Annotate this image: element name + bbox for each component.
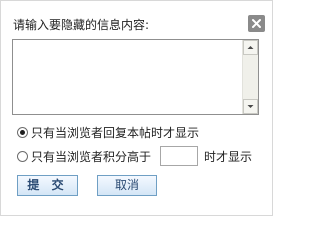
submit-button[interactable]: 提 交 <box>17 175 78 196</box>
scroll-up-button[interactable] <box>243 40 258 55</box>
score-threshold-input[interactable] <box>160 146 198 166</box>
prompt-label: 请输入要隐藏的信息内容: <box>13 18 150 32</box>
arrow-down-icon <box>247 105 254 108</box>
option-score-to-view[interactable]: 只有当浏览者积分高于 <box>17 149 151 165</box>
option-reply-to-view[interactable]: 只有当浏览者回复本帖时才显示 <box>17 125 199 141</box>
close-button[interactable] <box>248 15 265 32</box>
hidden-content-textarea[interactable] <box>12 39 259 115</box>
textarea-scrollbar[interactable] <box>242 40 258 114</box>
option-score-label: 只有当浏览者积分高于 <box>31 150 152 164</box>
option-reply-label: 只有当浏览者回复本帖时才显示 <box>31 126 200 140</box>
close-x-icon <box>252 19 261 28</box>
radio-score-to-view[interactable] <box>17 151 28 162</box>
scroll-down-button[interactable] <box>243 99 258 114</box>
hide-content-dialog: 请输入要隐藏的信息内容: 只有当浏览者回复本帖时才显示 只有当浏览者积分高于 时 <box>0 0 273 216</box>
arrow-up-icon <box>247 46 254 49</box>
cancel-button[interactable]: 取消 <box>97 175 157 196</box>
radio-reply-to-view[interactable] <box>17 127 28 138</box>
score-suffix-label: 时才显示 <box>204 150 253 164</box>
